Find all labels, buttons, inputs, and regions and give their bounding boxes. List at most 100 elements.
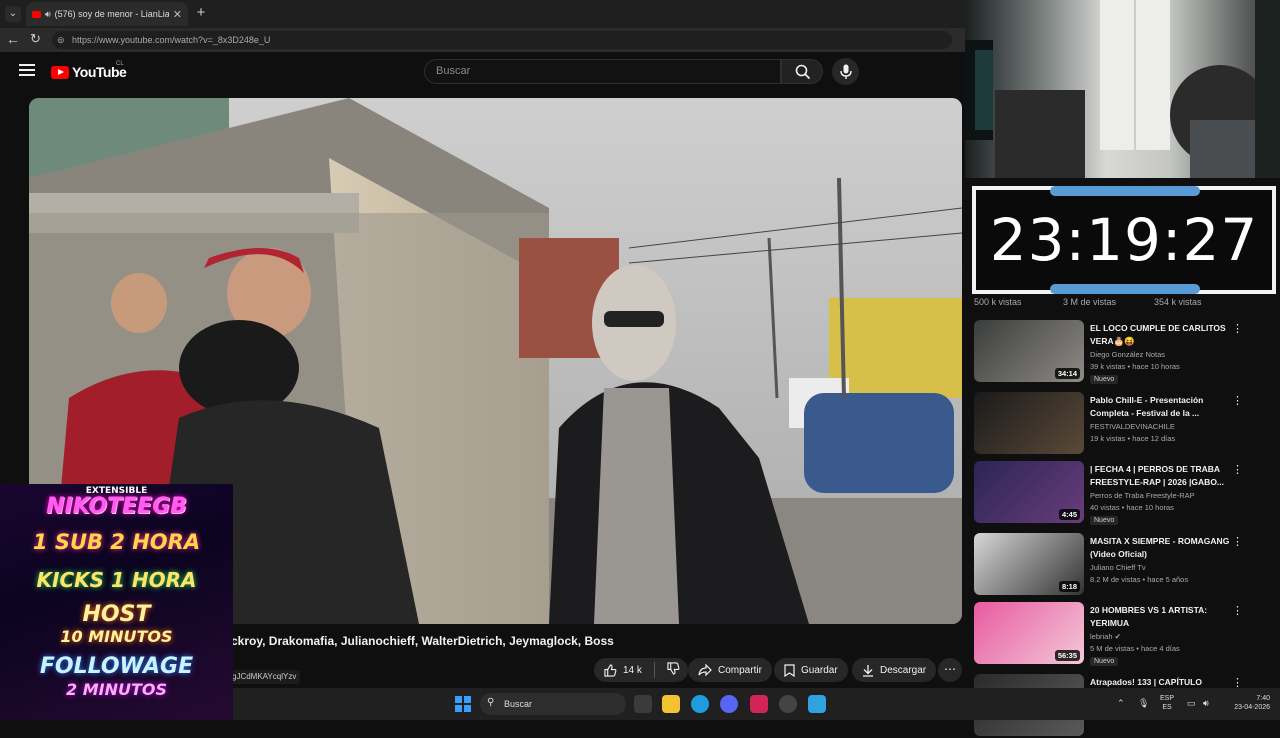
recommendation-title[interactable]: Pablo Chill-E - Presentación Completa - … [1090,394,1230,419]
recommendation-item[interactable]: 34:14 EL LOCO CUMPLE DE CARLITOS VERA🎂😝 Di… [974,320,1274,384]
taskbar-search-box[interactable]: Buscar [480,693,626,715]
new-badge: Nuevo [1090,657,1119,666]
more-horizontal-icon: ⋯ [944,662,956,676]
country-code: CL [116,61,124,67]
recommendation-meta: 19 k vistas • hace 12 días [1090,434,1176,443]
clock-time: 23:19:27 [989,206,1259,274]
more-vertical-icon[interactable]: ⋮ [1232,394,1243,407]
share-button[interactable]: Compartir [688,658,772,682]
discord-icon[interactable] [720,695,738,713]
microphone-icon [840,64,852,79]
webcam-image [965,0,1280,178]
address-bar[interactable]: https://www.youtube.com/watch?v=_8x3D248… [52,31,952,49]
hashtag-label: gJCdMKAYcqlYzv [228,670,301,684]
clock-bar-bottom [1050,284,1200,294]
recommendation-meta: 40 vistas • hace 10 horas [1090,503,1174,512]
thumbnail-image [974,392,1084,454]
recommendation-channel[interactable]: Juliano Chieff Tv [1090,563,1146,572]
recommendation-title[interactable]: | FECHA 4 | PERROS DE TRABA FREESTYLE-RA… [1090,463,1230,488]
overlay-sub-rule: 1 SUB 2 HORA [32,530,201,554]
tab-title: (576) soy de menor - LianLian [54,9,169,19]
recommendation-meta: 5 M de vistas • hace 4 días [1090,644,1180,653]
recommendation-meta: 8.2 M de vistas • hace 5 años [1090,575,1189,584]
recommendation-title[interactable]: MASITA X SIEMPRE - ROMAGANG (Video Ofici… [1090,535,1230,560]
video-thumbnail[interactable]: 56:35 [974,602,1084,664]
search-icon [795,64,811,80]
recommendation-item[interactable]: 56:35 20 HOMBRES VS 1 ARTISTA: YERIMUA leb… [974,602,1274,666]
more-vertical-icon[interactable]: ⋮ [1232,463,1243,476]
windows-start-icon[interactable] [455,696,471,712]
tab-list-button[interactable]: ⌄ [5,6,21,22]
video-duration: 4:45 [1058,509,1080,520]
file-explorer-icon[interactable] [662,695,680,713]
new-tab-button[interactable]: + [192,4,210,22]
video-thumbnail[interactable]: 4:45 [974,461,1084,523]
video-thumbnail[interactable]: 8:18 [974,533,1084,595]
download-icon [863,664,873,677]
recommendation-channel[interactable]: lebriah ✔ [1090,632,1121,641]
video-title: ckroy, Drakomafia, Julianochieff, Walter… [231,634,614,648]
save-button[interactable]: Guardar [774,658,848,682]
app-pink-icon[interactable] [750,695,768,713]
system-clock[interactable]: 7:40 23-04-2026 [1226,694,1270,712]
speaker-icon[interactable]: 🔊︎ [45,9,51,20]
recommendation-title[interactable]: EL LOCO CUMPLE DE CARLITOS VERA🎂😝 [1090,322,1230,347]
shorts-views-2: 3 M de vistas [1063,297,1117,307]
network-icon[interactable]: ▭ [1187,698,1196,709]
video-duration: 56:35 [1054,650,1080,661]
more-vertical-icon[interactable]: ⋮ [1232,322,1243,335]
more-actions-button[interactable]: ⋯ [938,658,962,682]
reload-icon[interactable]: ↻ [30,31,46,47]
language-indicator[interactable]: ESP ES [1160,694,1174,712]
recommendation-item[interactable]: Pablo Chill-E - Presentación Completa - … [974,392,1274,456]
obs-icon[interactable] [779,695,797,713]
bookmark-icon [784,663,795,677]
new-badge: Nuevo [1090,516,1119,525]
like-count: 14 k [623,664,642,676]
download-label: Descargar [880,664,927,676]
search-input[interactable]: Buscar [424,59,781,84]
recommendation-channel[interactable]: FESTIVALDEVINACHILE [1090,422,1175,431]
site-info-icon[interactable]: ⊜ [57,35,65,46]
hamburger-menu-icon[interactable] [19,64,35,78]
more-vertical-icon[interactable]: ⋮ [1232,604,1243,617]
search-button[interactable] [781,59,823,84]
browser-tab[interactable]: 🔊︎ (576) soy de menor - LianLian ✕ [26,2,188,26]
video-duration: 8:18 [1058,581,1080,592]
recommendation-title[interactable]: 20 HOMBRES VS 1 ARTISTA: YERIMUA [1090,604,1230,629]
thumbs-up-icon [604,663,617,677]
overlay-streamer-name: NIKOTEEGB [46,494,187,519]
like-button[interactable]: 14 k [604,663,642,677]
recommendation-item[interactable]: 4:45 | FECHA 4 | PERROS DE TRABA FREESTYL… [974,461,1274,525]
like-dislike-group: 14 k [594,658,688,682]
tray-chevron-icon[interactable]: ⌃ [1117,698,1125,709]
dislike-button[interactable] [667,662,680,678]
recommendation-channel[interactable]: Diego González Notas [1090,350,1165,359]
save-label: Guardar [801,664,838,676]
overlay-followage-rule: FOLLOWAGE [39,654,194,679]
more-vertical-icon[interactable]: ⋮ [1232,535,1243,548]
microphone-tray-icon[interactable]: 🎙︎ [1138,698,1149,709]
overlay-kicks-rule: KICKS 1 HORA [36,568,197,592]
app-blue-icon[interactable] [808,695,826,713]
close-tab-icon[interactable]: ✕ [173,8,182,21]
volume-icon[interactable]: 🔊︎ [1203,698,1209,709]
overlay-followage-time: 2 MINUTOS [66,680,167,699]
back-arrow-icon[interactable]: ← [6,31,22,47]
clock-overlay: 23:19:27 [972,186,1276,294]
task-view-icon[interactable] [634,695,652,713]
youtube-favicon-icon [32,10,41,18]
recommendation-item[interactable]: 8:18 MASITA X SIEMPRE - ROMAGANG (Video O… [974,533,1274,597]
video-thumbnail[interactable] [974,392,1084,454]
recommendation-title[interactable]: Atrapados! 133 | CAPÍTULO [1090,676,1230,689]
like-divider [653,662,655,678]
share-icon [698,664,712,676]
edge-browser-icon[interactable] [691,695,709,713]
download-button[interactable]: Descargar [852,658,937,682]
recommendation-channel[interactable]: Perros de Traba Freestyle-RAP [1090,491,1195,500]
webcam-feed [965,0,1280,178]
shorts-views-1: 500 k vistas [974,297,1022,307]
voice-search-button[interactable] [832,58,859,85]
taskbar-search-icon: ⚲ [487,697,495,708]
video-thumbnail[interactable]: 34:14 [974,320,1084,382]
